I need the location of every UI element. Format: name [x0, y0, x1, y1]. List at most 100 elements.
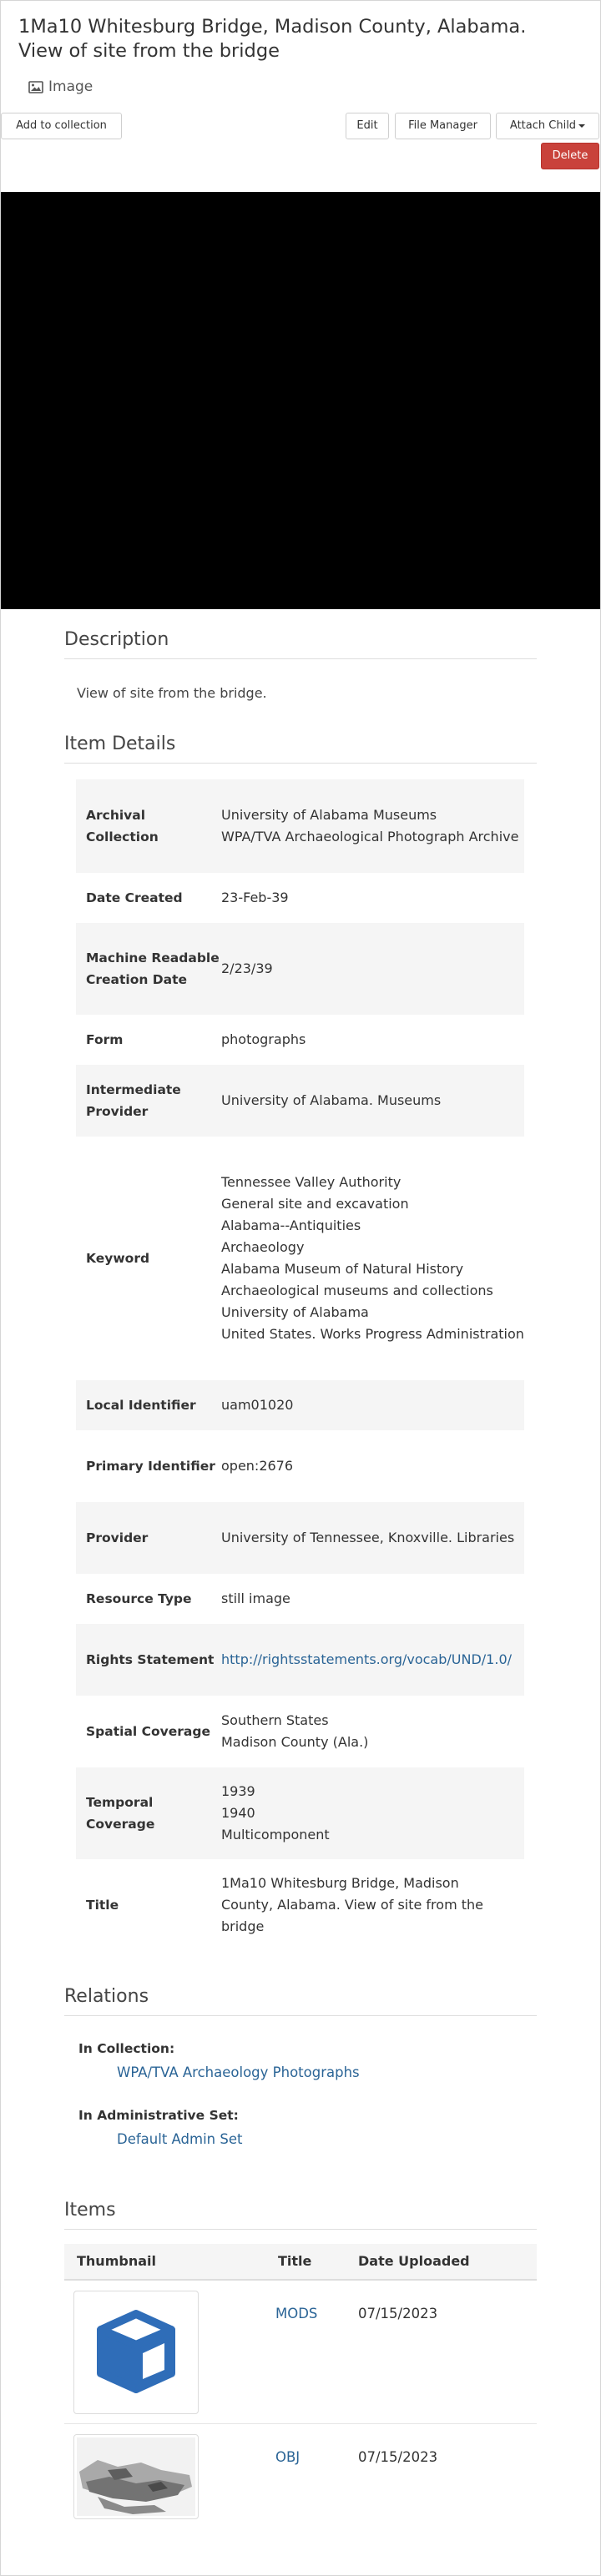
detail-value: uam01020: [220, 1394, 524, 1416]
delete-button[interactable]: Delete: [541, 143, 599, 169]
detail-value: photographs: [220, 1029, 524, 1051]
detail-value-line: 1939: [221, 1783, 255, 1799]
items-table-header: Thumbnail Title Date Uploaded: [64, 2244, 537, 2281]
description-heading: Description: [64, 629, 537, 659]
admin-set-label: In Administrative Set:: [78, 2108, 239, 2123]
detail-label: Archival Collection: [86, 808, 159, 844]
column-header-thumbnail: Thumbnail: [77, 2253, 156, 2269]
in-collection-label: In Collection:: [78, 2041, 175, 2056]
file-manager-button[interactable]: File Manager: [395, 113, 491, 139]
detail-value-line: Multicomponent: [221, 1827, 330, 1843]
detail-value-line: General site and excavation: [221, 1196, 409, 1212]
detail-row: Form photographs: [76, 1015, 524, 1065]
detail-value-line: 1Ma10 Whitesburg Bridge, Madison County,…: [221, 1875, 483, 1934]
detail-row: Machine Readable Creation Date 2/23/39: [76, 923, 524, 1015]
detail-value-line: University of Alabama. Museums: [221, 1092, 442, 1108]
work-type-label: Image: [48, 78, 93, 95]
item-title-link[interactable]: OBJ: [275, 2449, 300, 2465]
detail-value-line: still image: [221, 1590, 290, 1606]
detail-value-line: University of Alabama Museums: [221, 807, 437, 823]
detail-value: University of Alabama. Museums: [220, 1090, 524, 1112]
detail-value: 23-Feb-39: [220, 887, 524, 909]
detail-value: University of Tennessee, Knoxville. Libr…: [220, 1527, 524, 1549]
detail-label: Title: [86, 1898, 119, 1913]
detail-row: Archival Collection University of Alabam…: [76, 779, 524, 873]
attach-child-dropdown[interactable]: Attach Child: [496, 113, 599, 139]
detail-label: Local Identifier: [86, 1398, 196, 1413]
detail-value: 1Ma10 Whitesburg Bridge, Madison County,…: [220, 1873, 524, 1938]
detail-value: Tennessee Valley Authority General site …: [220, 1172, 524, 1345]
detail-label: Form: [86, 1032, 124, 1047]
row-divider: [64, 2423, 537, 2424]
detail-row: Provider University of Tennessee, Knoxvi…: [76, 1502, 524, 1574]
description-text: View of site from the bridge.: [77, 685, 267, 701]
detail-row: Primary Identifier open:2676: [76, 1430, 524, 1502]
rights-statement-link[interactable]: http://rightsstatements.org/vocab/UND/1.…: [221, 1649, 513, 1671]
detail-value-line: University of Alabama: [221, 1304, 369, 1320]
detail-label: Primary Identifier: [86, 1459, 215, 1474]
detail-label: Intermediate Provider: [86, 1082, 181, 1119]
detail-label: Temporal Coverage: [86, 1795, 155, 1832]
work-type: Image: [28, 78, 93, 95]
detail-row: Spatial Coverage Southern States Madison…: [76, 1696, 524, 1767]
cube-icon: [97, 2310, 175, 2393]
detail-row: Title 1Ma10 Whitesburg Bridge, Madison C…: [76, 1859, 524, 1951]
column-header-date-uploaded: Date Uploaded: [358, 2253, 470, 2269]
detail-value: University of Alabama Museums WPA/TVA Ar…: [220, 804, 524, 848]
detail-label: Provider: [86, 1530, 149, 1545]
detail-value-line: Alabama--Antiquities: [221, 1217, 361, 1233]
detail-label: Rights Statement: [86, 1652, 215, 1667]
page-title: 1Ma10 Whitesburg Bridge, Madison County,…: [18, 16, 527, 62]
admin-set-link[interactable]: Default Admin Set: [117, 2131, 242, 2147]
detail-value-line: University of Tennessee, Knoxville. Libr…: [221, 1530, 515, 1545]
detail-row: Intermediate Provider University of Alab…: [76, 1065, 524, 1137]
detail-value: 1939 1940 Multicomponent: [220, 1781, 524, 1846]
detail-value-line: Madison County (Ala.): [221, 1734, 369, 1750]
collection-link[interactable]: WPA/TVA Archaeology Photographs: [117, 2064, 360, 2080]
detail-value-line: Southern States: [221, 1712, 329, 1728]
item-date-uploaded: 07/15/2023: [358, 2449, 438, 2465]
detail-value-line: photographs: [221, 1031, 306, 1047]
item-date-uploaded: 07/15/2023: [358, 2306, 438, 2321]
detail-row: Local Identifier uam01020: [76, 1380, 524, 1430]
detail-value-line: 23-Feb-39: [221, 890, 289, 905]
detail-value-line: open:2676: [221, 1458, 294, 1474]
detail-value-line: Alabama Museum of Natural History: [221, 1261, 464, 1277]
detail-label: Spatial Coverage: [86, 1724, 210, 1739]
detail-row: Keyword Tennessee Valley Authority Gener…: [76, 1137, 524, 1380]
media-viewer[interactable]: [1, 192, 600, 609]
items-heading: Items: [64, 2200, 537, 2230]
detail-value-line: Tennessee Valley Authority: [221, 1174, 402, 1190]
detail-value-line: 2/23/39: [221, 960, 273, 976]
item-title-link[interactable]: MODS: [275, 2306, 317, 2321]
image-icon: [28, 80, 43, 93]
item-thumbnail[interactable]: [73, 2434, 199, 2519]
detail-value-line: Archaeological museums and collections: [221, 1283, 493, 1298]
caret-down-icon: [578, 124, 586, 128]
detail-row: Resource Type still image: [76, 1574, 524, 1624]
detail-value: open:2676: [220, 1455, 524, 1477]
detail-value: still image: [220, 1588, 524, 1610]
detail-row: Temporal Coverage 1939 1940 Multicompone…: [76, 1767, 524, 1859]
column-header-title: Title: [278, 2253, 312, 2269]
item-details-heading: Item Details: [64, 733, 537, 764]
detail-value: Southern States Madison County (Ala.): [220, 1710, 524, 1753]
detail-value: 2/23/39: [220, 958, 524, 980]
detail-label: Date Created: [86, 890, 183, 905]
attach-child-label: Attach Child: [509, 119, 577, 132]
add-to-collection-button[interactable]: Add to collection: [1, 113, 122, 139]
detail-label: Machine Readable Creation Date: [86, 950, 220, 987]
detail-value-line: WPA/TVA Archaeological Photograph Archiv…: [221, 829, 519, 844]
detail-value-line: United States. Works Progress Administra…: [221, 1326, 524, 1342]
detail-value-line: 1940: [221, 1805, 255, 1821]
detail-value: http://rightsstatements.org/vocab/UND/1.…: [220, 1649, 524, 1671]
detail-label: Keyword: [86, 1251, 150, 1266]
detail-value-line: Archaeology: [221, 1239, 305, 1255]
photo-thumbnail: [77, 2437, 195, 2516]
relations-heading: Relations: [64, 1986, 537, 2016]
edit-button[interactable]: Edit: [346, 113, 389, 139]
item-thumbnail[interactable]: [73, 2291, 199, 2414]
detail-row: Rights Statement http://rightsstatements…: [76, 1624, 524, 1696]
detail-label: Resource Type: [86, 1591, 192, 1606]
detail-row: Date Created 23-Feb-39: [76, 873, 524, 923]
